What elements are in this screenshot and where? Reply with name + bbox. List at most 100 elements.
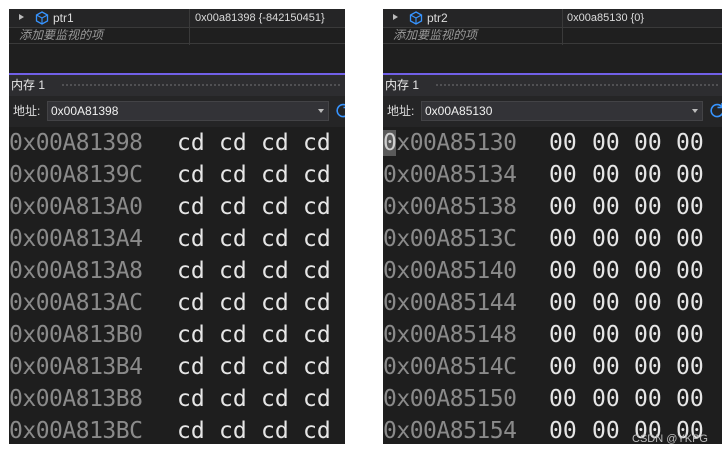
memory-byte[interactable]: 00	[549, 127, 577, 159]
memory-byte[interactable]: 00	[549, 383, 577, 415]
memory-byte[interactable]: cd	[219, 159, 247, 191]
memory-byte[interactable]: cd	[303, 255, 331, 287]
memory-byte[interactable]: 00	[592, 191, 620, 223]
memory-byte[interactable]: 00	[592, 415, 620, 444]
memory-byte[interactable]: 00	[676, 159, 704, 191]
memory-byte[interactable]: 00	[592, 287, 620, 319]
refresh-icon[interactable]	[334, 102, 345, 120]
memory-byte[interactable]: 00	[634, 351, 662, 383]
refresh-icon[interactable]	[708, 102, 722, 120]
memory-window-titlebar[interactable]: 内存 1	[9, 75, 345, 96]
memory-byte[interactable]: cd	[303, 351, 331, 383]
memory-grid[interactable]: 0x00A81398 cd cd cd cd 0x00A8139C cd cd cd cd 0x00…	[9, 127, 345, 444]
address-input[interactable]: 0x00A85130	[421, 101, 703, 121]
memory-byte[interactable]: 00	[592, 351, 620, 383]
memory-byte[interactable]: cd	[261, 255, 289, 287]
memory-byte[interactable]: 00	[676, 223, 704, 255]
memory-byte[interactable]: 00	[549, 415, 577, 444]
memory-byte[interactable]: cd	[303, 319, 331, 351]
memory-row-address: 0x00A85144	[383, 290, 517, 316]
memory-byte[interactable]: cd	[303, 287, 331, 319]
memory-byte[interactable]: 00	[592, 159, 620, 191]
memory-byte[interactable]: 00	[676, 191, 704, 223]
memory-byte[interactable]: 00	[549, 191, 577, 223]
memory-byte[interactable]: cd	[261, 319, 289, 351]
memory-byte[interactable]: cd	[303, 223, 331, 255]
watch-row[interactable]: ptr2 0x00a85130 {0}	[383, 9, 722, 45]
memory-byte[interactable]: cd	[177, 351, 205, 383]
titlebar-grip[interactable]	[435, 83, 718, 88]
memory-byte[interactable]: 00	[592, 319, 620, 351]
chevron-down-icon[interactable]	[692, 109, 698, 113]
titlebar-grip[interactable]	[61, 83, 341, 88]
address-input[interactable]: 0x00A81398	[47, 101, 329, 121]
memory-byte[interactable]: cd	[219, 319, 247, 351]
memory-byte[interactable]: cd	[219, 287, 247, 319]
memory-byte[interactable]: cd	[261, 383, 289, 415]
memory-byte[interactable]: cd	[261, 127, 289, 159]
memory-byte[interactable]: cd	[177, 255, 205, 287]
watch-window: ptr2 0x00a85130 {0} 添加要监视的项	[383, 9, 722, 73]
memory-byte[interactable]: cd	[261, 287, 289, 319]
memory-byte[interactable]: cd	[303, 159, 331, 191]
memory-byte[interactable]: 00	[676, 287, 704, 319]
memory-byte[interactable]: cd	[177, 287, 205, 319]
memory-byte[interactable]: 00	[592, 127, 620, 159]
expand-triangle-icon[interactable]	[393, 14, 398, 20]
memory-byte[interactable]: 00	[549, 255, 577, 287]
memory-byte[interactable]: 00	[592, 383, 620, 415]
memory-byte[interactable]: cd	[219, 383, 247, 415]
chevron-down-icon[interactable]	[318, 109, 324, 113]
memory-byte[interactable]: cd	[177, 383, 205, 415]
memory-byte[interactable]: cd	[303, 127, 331, 159]
memory-byte[interactable]: 00	[676, 255, 704, 287]
memory-byte[interactable]: cd	[219, 255, 247, 287]
memory-byte[interactable]: cd	[219, 415, 247, 444]
memory-byte[interactable]: cd	[261, 191, 289, 223]
memory-byte[interactable]: 00	[549, 319, 577, 351]
memory-byte[interactable]: cd	[177, 223, 205, 255]
memory-byte[interactable]: 00	[634, 127, 662, 159]
memory-byte[interactable]: cd	[261, 415, 289, 444]
memory-byte[interactable]: cd	[219, 127, 247, 159]
memory-byte[interactable]: 00	[549, 287, 577, 319]
memory-byte[interactable]: cd	[303, 383, 331, 415]
memory-byte[interactable]: 00	[592, 255, 620, 287]
memory-byte[interactable]: 00	[634, 255, 662, 287]
memory-byte[interactable]: 00	[634, 319, 662, 351]
memory-byte[interactable]: 00	[676, 319, 704, 351]
memory-byte[interactable]: cd	[261, 223, 289, 255]
memory-byte[interactable]: cd	[177, 319, 205, 351]
memory-byte[interactable]: 00	[592, 223, 620, 255]
add-watch-hint[interactable]: 添加要监视的项	[19, 27, 103, 43]
add-watch-row[interactable]: 添加要监视的项	[9, 9, 345, 45]
memory-byte[interactable]: 00	[676, 127, 704, 159]
memory-byte[interactable]: 00	[676, 351, 704, 383]
memory-byte[interactable]: cd	[177, 415, 205, 444]
memory-byte[interactable]: cd	[177, 191, 205, 223]
memory-byte[interactable]: 00	[634, 287, 662, 319]
watch-row[interactable]: ptr1 0x00a81398 {-842150451}	[9, 9, 345, 45]
memory-byte[interactable]: cd	[177, 159, 205, 191]
memory-byte[interactable]: cd	[261, 351, 289, 383]
expand-triangle-icon[interactable]	[19, 14, 24, 20]
memory-byte[interactable]: 00	[549, 351, 577, 383]
memory-byte[interactable]: cd	[177, 127, 205, 159]
memory-byte[interactable]: 00	[676, 383, 704, 415]
memory-byte[interactable]: 00	[634, 223, 662, 255]
memory-byte[interactable]: 00	[549, 223, 577, 255]
memory-grid[interactable]: 0x00A85130 00 00 00 00 0x00A85134 00 00 00 00 0x00…	[383, 127, 722, 444]
memory-window-titlebar[interactable]: 内存 1	[383, 75, 722, 96]
memory-byte[interactable]: cd	[219, 351, 247, 383]
memory-byte[interactable]: cd	[261, 159, 289, 191]
add-watch-hint[interactable]: 添加要监视的项	[393, 27, 477, 43]
memory-byte[interactable]: cd	[219, 223, 247, 255]
memory-byte[interactable]: 00	[634, 383, 662, 415]
memory-byte[interactable]: 00	[549, 159, 577, 191]
memory-byte[interactable]: cd	[303, 191, 331, 223]
memory-byte[interactable]: cd	[303, 415, 331, 444]
memory-byte[interactable]: 00	[634, 191, 662, 223]
memory-byte[interactable]: 00	[634, 159, 662, 191]
memory-byte[interactable]: cd	[219, 191, 247, 223]
add-watch-row[interactable]: 添加要监视的项	[383, 9, 722, 45]
